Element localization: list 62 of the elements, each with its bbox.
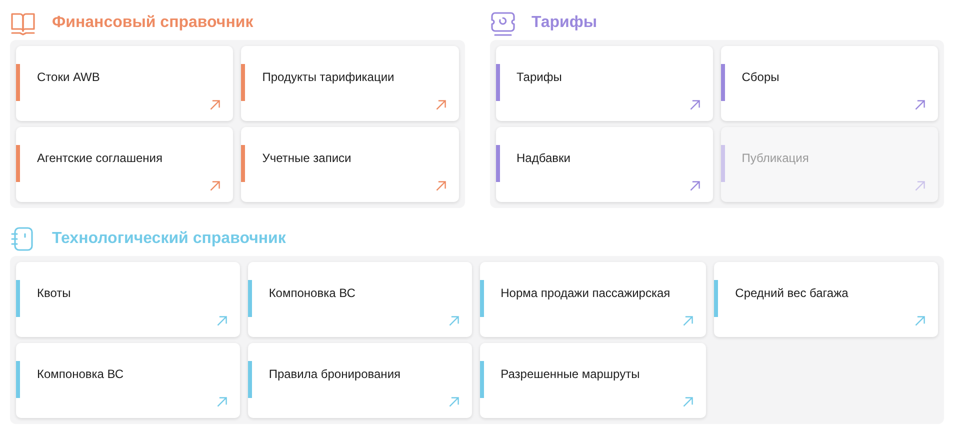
card-label: Надбавки [516, 150, 570, 164]
arrow-icon [914, 99, 926, 111]
card-label: Агентские соглашения [37, 150, 162, 164]
reference-card[interactable]: Продукты тарификации [241, 46, 458, 121]
arrow-icon [688, 99, 701, 111]
section-title: Технологический справочник [52, 230, 286, 248]
reference-card[interactable]: Стоки AWB [16, 46, 234, 121]
accent-bar [248, 361, 252, 398]
arrow-icon [682, 315, 694, 327]
arrow-icon [209, 180, 222, 192]
card-label: Сборы [742, 70, 780, 84]
card-label: Разрешенные маршруты [500, 366, 640, 380]
arrow-icon [448, 315, 460, 327]
reference-card[interactable]: Тарифы [496, 46, 713, 121]
accent-bar [480, 361, 484, 398]
reference-card[interactable]: Надбавки [496, 127, 713, 202]
arrow-icon [434, 99, 446, 111]
accent-bar [16, 361, 20, 398]
card-label: Правила бронирования [268, 366, 401, 380]
card-label: Средний вес багажа [735, 286, 848, 300]
accent-bar [16, 280, 20, 317]
arrow-icon [682, 396, 694, 408]
arrow-icon [216, 315, 228, 327]
accent-bar [720, 145, 725, 182]
reference-card[interactable]: Агентские соглашения [16, 127, 234, 202]
accent-bar [480, 280, 484, 317]
accent-bar [16, 145, 20, 182]
accent-bar [496, 64, 500, 101]
card-label: Продукты тарификации [262, 70, 394, 84]
card-label: Компоновка ВС [268, 286, 356, 300]
reference-card[interactable]: Компоновка ВС [248, 262, 472, 337]
accent-bar [248, 280, 252, 317]
arrow-icon [914, 315, 926, 327]
arrow-icon [448, 396, 460, 408]
reference-card[interactable]: Учетные записи [241, 127, 458, 202]
arrow-icon [914, 180, 926, 192]
arrow-icon [209, 99, 222, 111]
accent-bar [16, 64, 20, 101]
reference-card[interactable]: Сборы [720, 46, 938, 121]
reference-card[interactable]: Квоты [16, 262, 240, 337]
section-title: Финансовый справочник [52, 14, 254, 32]
card-label: Компоновка ВС [37, 366, 124, 380]
card-label: Квоты [37, 286, 71, 300]
reference-card[interactable]: Средний вес багажа [714, 262, 938, 337]
card-label: Тарифы [516, 70, 562, 84]
accent-bar [241, 145, 246, 182]
reference-card[interactable]: Правила бронирования [248, 343, 472, 418]
card-label: Стоки AWB [37, 70, 100, 84]
arrow-icon [434, 180, 446, 192]
accent-bar [714, 280, 718, 317]
arrow-icon [688, 180, 701, 192]
accent-bar [241, 64, 246, 101]
section-title: Тарифы [532, 14, 598, 32]
reference-card[interactable]: Разрешенные маршруты [480, 343, 706, 418]
arrow-icon [216, 396, 228, 408]
accent-bar [720, 64, 725, 101]
reference-card[interactable]: Компоновка ВС [16, 343, 240, 418]
card-label: Учетные записи [262, 150, 352, 164]
card-label: Норма продажи пассажирская [500, 286, 670, 300]
card-label: Публикация [742, 150, 809, 164]
accent-bar [496, 145, 500, 182]
reference-card[interactable]: Норма продажи пассажирская [480, 262, 706, 337]
